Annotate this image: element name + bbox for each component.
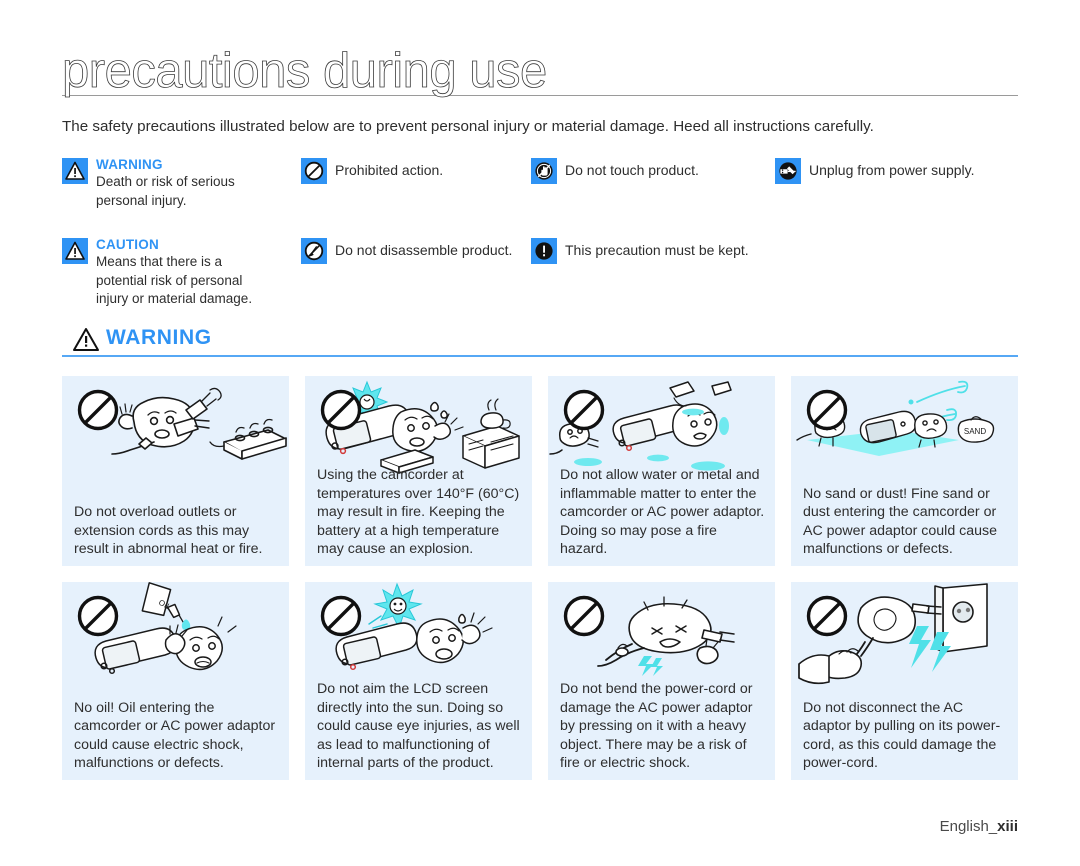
- legend-warning-heading: WARNING: [96, 157, 163, 172]
- warning-panel-text: Do not overload outlets or extension cor…: [74, 504, 263, 558]
- legend: WARNING Death or risk of serious persona…: [62, 154, 1022, 314]
- warning-section-underline: [62, 355, 1018, 357]
- warning-triangle-icon: [62, 158, 88, 184]
- warning-panel-grid: Do not overload outlets or extension cor…: [62, 376, 1018, 780]
- prohibition-sign-icon: [805, 388, 849, 437]
- legend-no-touch-label: Do not touch product.: [565, 162, 699, 178]
- exclamation-circle-icon: [531, 238, 557, 264]
- warning-panel: Do not allow water or metal and inflamma…: [548, 376, 775, 566]
- warning-panel: Do not disconnect the AC adaptor by pull…: [791, 582, 1018, 780]
- prohibition-sign-icon: [562, 388, 606, 437]
- legend-caution-desc: Means that there is a potential risk of …: [96, 254, 253, 306]
- warning-panel-text: No oil! Oil entering the camcorder or AC…: [74, 699, 276, 772]
- warning-panel-text: Using the camcorder at temperatures over…: [317, 467, 520, 558]
- footer-page-number: xiii: [997, 818, 1018, 835]
- warning-panel-text: Do not bend the power-cord or damage the…: [560, 681, 753, 772]
- no-disassemble-icon: [301, 238, 327, 264]
- no-touch-hand-icon: [531, 158, 557, 184]
- unplug-power-icon: [775, 158, 801, 184]
- oil-bottle-illustration: OIL: [62, 582, 289, 690]
- prohibition-sign-icon: [319, 594, 363, 643]
- warning-section-header: WARNING: [62, 326, 1018, 358]
- warning-panel-text: Do not aim the LCD screen directly into …: [317, 681, 520, 772]
- warning-panel: Do not overload outlets or extension cor…: [62, 376, 289, 566]
- sand-dust-illustration: SAND: [791, 376, 1018, 488]
- warning-panel: Using the camcorder at temperatures over…: [305, 376, 532, 566]
- intro-text: The safety precautions illustrated below…: [62, 118, 874, 135]
- legend-caution-body: CAUTION Means that there is a potential …: [96, 237, 276, 309]
- legend-unplug-label: Unplug from power supply.: [809, 162, 975, 178]
- bent-power-cord-illustration: [548, 582, 775, 690]
- warning-section-label: WARNING: [106, 326, 212, 349]
- lcd-into-sun-illustration: [305, 582, 532, 690]
- warning-triangle-outline-icon: [72, 327, 100, 358]
- warning-panel: Do not bend the power-cord or damage the…: [548, 582, 775, 780]
- overloaded-outlet-illustration: [62, 376, 289, 488]
- legend-must-keep-label: This precaution must be kept.: [565, 242, 749, 258]
- prohibited-circle-icon: [301, 158, 327, 184]
- warning-panel-text: Do not allow water or metal and inflamma…: [560, 467, 765, 558]
- page-footer: English_xiii: [940, 818, 1018, 835]
- legend-warning-desc: Death or risk of serious personal injury…: [96, 174, 235, 208]
- legend-caution-heading: CAUTION: [96, 237, 159, 252]
- legend-prohibited-label: Prohibited action.: [335, 162, 444, 178]
- warning-panel: Do not aim the LCD screen directly into …: [305, 582, 532, 780]
- page-title: precautions during use: [62, 44, 548, 99]
- warning-panel-text: No sand or dust! Fine sand or dust enter…: [803, 485, 998, 558]
- pulling-adaptor-illustration: [791, 582, 1018, 690]
- sand-bag-label: SAND: [964, 427, 986, 436]
- prohibition-sign-icon: [76, 388, 120, 437]
- footer-language: English_: [939, 818, 998, 835]
- precautions-page: precautions during use The safety precau…: [0, 0, 1080, 866]
- prohibition-sign-icon: [319, 388, 363, 437]
- warning-panel-text: Do not disconnect the AC adaptor by pull…: [803, 699, 1001, 772]
- prohibition-sign-icon: [805, 594, 849, 643]
- prohibition-sign-icon: [76, 594, 120, 643]
- caution-triangle-icon: [62, 238, 88, 264]
- prohibition-sign-icon: [562, 594, 606, 643]
- page-title-area: precautions during use: [62, 44, 1018, 102]
- legend-no-disassemble-label: Do not disassemble product.: [335, 242, 513, 258]
- warning-panel: OIL No oil! Oil entering the camcorder o…: [62, 582, 289, 780]
- warning-panel: SAND No sand or dust! Fine sand or dust …: [791, 376, 1018, 566]
- legend-warning-body: WARNING Death or risk of serious persona…: [96, 157, 271, 210]
